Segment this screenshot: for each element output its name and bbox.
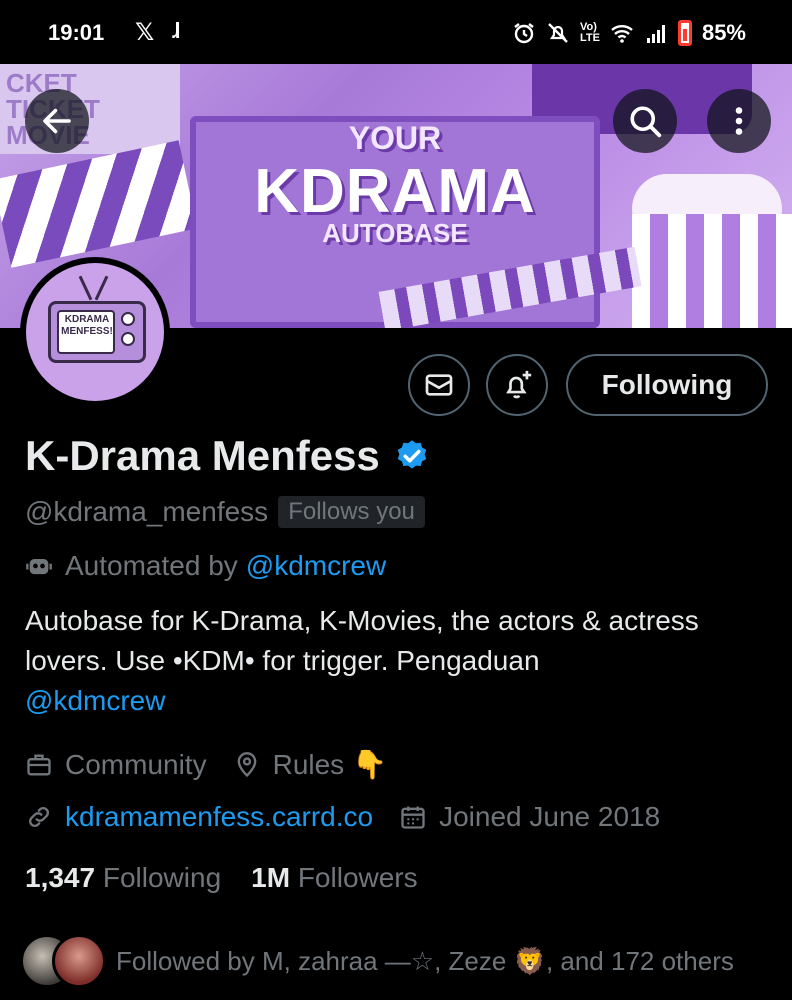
- search-button[interactable]: [613, 89, 677, 153]
- automated-prefix: Automated by: [65, 550, 238, 581]
- calendar-icon: [401, 806, 425, 829]
- volte-icon: Vo) LTE: [579, 21, 600, 44]
- following-stat[interactable]: 1,347 Following: [25, 862, 221, 894]
- alarm-icon: [514, 23, 534, 44]
- profile-bio: Autobase for K-Drama, K-Movies, the acto…: [25, 601, 725, 721]
- display-name: K-Drama Menfess: [25, 432, 380, 479]
- tv-icon: KDRAMA MENFESS!: [48, 301, 146, 363]
- banner-title-kdrama: KDRAMA: [254, 157, 536, 226]
- status-right: Vo) LTE 85%: [512, 20, 746, 46]
- profile-name-row: K-Drama Menfess: [25, 432, 430, 480]
- followed-by-text: Followed by M, zahraa —☆, Zeze 🦁, and 17…: [116, 945, 734, 976]
- battery-icon: [677, 20, 692, 46]
- handle-row: @kdrama_menfess Follows you: [25, 496, 425, 528]
- tv-knob-icon: [121, 312, 135, 326]
- followers-stat[interactable]: 1M Followers: [251, 862, 418, 894]
- following-label: Following: [102, 862, 222, 893]
- banner-clapper: [0, 140, 198, 268]
- followed-by-row[interactable]: Followed by M, zahraa —☆, Zeze 🦁, and 17…: [20, 934, 734, 988]
- following-count: 1,347: [25, 862, 96, 893]
- follow-stats: 1,347 Following 1M Followers: [25, 862, 448, 894]
- location-label: Rules 👇: [272, 749, 387, 780]
- bot-icon: [26, 559, 52, 575]
- automated-label: Automated by @kdmcrew: [25, 550, 386, 582]
- following-button[interactable]: Following: [566, 354, 768, 416]
- status-bar: 19:01 𝕏 ɺ Vo) LTE 85%: [0, 0, 792, 64]
- back-button[interactable]: [25, 89, 89, 153]
- profile-meta-row: Community Rules 👇: [25, 748, 413, 781]
- wifi-icon: [611, 25, 633, 43]
- signal-icon: [646, 25, 665, 43]
- tv-antenna-icon: [94, 275, 109, 301]
- bio-text: Autobase for K-Drama, K-Movies, the acto…: [25, 605, 699, 676]
- website-item[interactable]: kdramamenfess.carrd.co: [25, 801, 373, 833]
- bell-plus-icon: [506, 370, 532, 399]
- more-vertical-icon: [735, 107, 743, 135]
- status-time: 19:01: [48, 20, 105, 45]
- battery-percent: 85%: [701, 20, 746, 45]
- notifications-button[interactable]: [486, 354, 548, 416]
- briefcase-icon: [27, 754, 51, 775]
- location-pin-icon: [237, 751, 256, 777]
- avatar-tv-text: KDRAMA MENFESS!: [61, 314, 113, 337]
- banner-title-your: YOUR: [348, 120, 442, 156]
- joined-item: Joined June 2018: [399, 801, 660, 833]
- location-item: Rules 👇: [233, 748, 387, 781]
- followers-label: Followers: [297, 862, 418, 893]
- category-label: Community: [65, 748, 207, 780]
- verified-badge-icon[interactable]: [394, 438, 430, 474]
- joined-label: Joined June 2018: [439, 801, 661, 832]
- automated-by-link[interactable]: @kdmcrew: [246, 550, 386, 582]
- follows-you-badge: Follows you: [278, 496, 425, 528]
- category-item: Community: [25, 749, 207, 781]
- follower-avatar: [52, 934, 106, 988]
- profile-meta-row: kdramamenfess.carrd.co Joined June 2018: [25, 801, 686, 833]
- tv-antenna-icon: [78, 275, 93, 301]
- arrow-left-icon: [43, 108, 71, 134]
- search-icon: [630, 106, 662, 138]
- x-logo-icon: 𝕏: [135, 19, 155, 46]
- bio-mention-link[interactable]: @kdmcrew: [25, 685, 165, 716]
- banner-popcorn-box: [632, 214, 792, 328]
- profile-handle: @kdrama_menfess: [25, 496, 269, 527]
- followers-count: 1M: [251, 862, 291, 893]
- j-app-icon: ɺ: [172, 18, 181, 43]
- tv-knob-icon: [121, 332, 135, 346]
- message-button[interactable]: [408, 354, 470, 416]
- avatar-image: KDRAMA MENFESS!: [26, 263, 164, 401]
- more-options-button[interactable]: [707, 89, 771, 153]
- profile-avatar[interactable]: KDRAMA MENFESS!: [20, 257, 170, 407]
- website-link[interactable]: kdramamenfess.carrd.co: [65, 801, 373, 833]
- banner-title-autobase: AUTOBASE: [322, 218, 468, 248]
- mail-icon: [425, 374, 453, 396]
- link-icon: [28, 806, 50, 828]
- mute-icon: [548, 23, 568, 43]
